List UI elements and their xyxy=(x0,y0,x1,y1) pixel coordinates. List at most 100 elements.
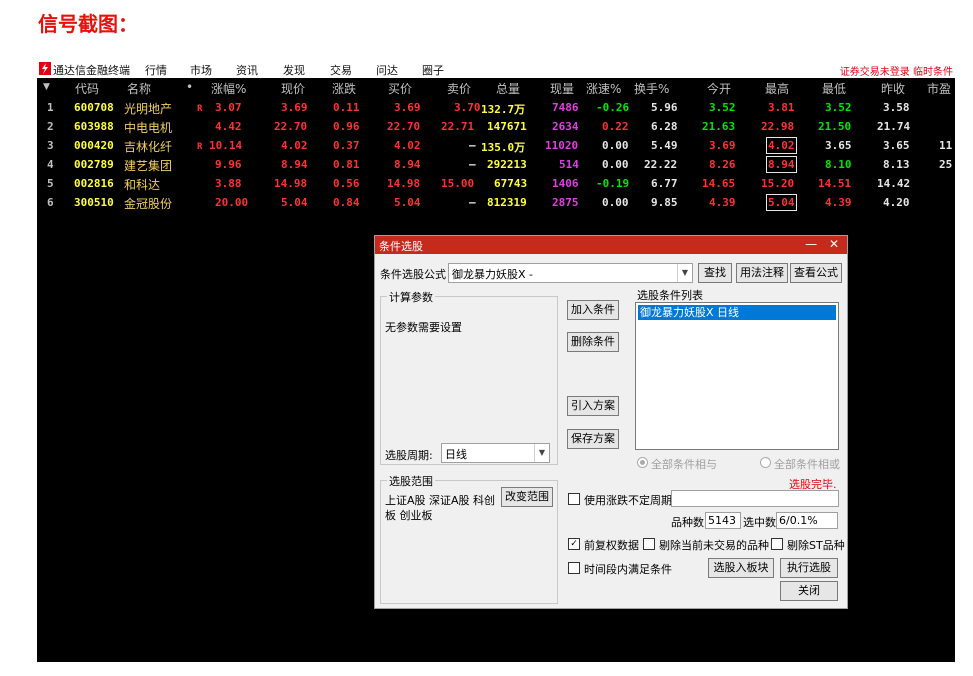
time-condition-checkbox[interactable] xyxy=(568,562,580,574)
table-row[interactable]: 4 002789 建艺集团 9.96 8.94 0.81 8.94 – 2922… xyxy=(37,156,955,173)
stock-code: 000420 xyxy=(74,139,114,152)
menu-item-market[interactable]: 市场 xyxy=(190,62,212,78)
radio-and[interactable] xyxy=(637,457,648,468)
usage-notes-button[interactable]: 用法注释 xyxy=(736,263,788,283)
menu-item-news[interactable]: 资讯 xyxy=(236,62,258,78)
sort-arrow-icon[interactable]: ▼ xyxy=(43,82,50,92)
add-condition-button[interactable]: 加入条件 xyxy=(567,300,619,320)
menu-item-discover[interactable]: 发现 xyxy=(283,62,305,78)
row-number: 6 xyxy=(47,196,54,209)
window-controls[interactable]: — ✕ xyxy=(805,237,843,251)
row-number: 3 xyxy=(47,139,54,152)
col-ask[interactable]: 卖价 xyxy=(447,80,471,97)
col-high[interactable]: 最高 xyxy=(765,80,789,97)
col-prev-close[interactable]: 昨收 xyxy=(881,80,905,97)
forward-adjust-checkbox[interactable]: ✓ xyxy=(568,538,580,550)
change: 0.56 xyxy=(333,177,360,190)
menu-item-trade[interactable]: 交易 xyxy=(330,62,352,78)
execute-button[interactable]: 执行选股 xyxy=(780,558,838,578)
import-scheme-button[interactable]: 引入方案 xyxy=(567,396,619,416)
ask: 3.70 xyxy=(454,101,481,114)
dialog-title-bar[interactable]: 条件选股 — ✕ xyxy=(375,236,847,254)
col-speed[interactable]: 涨速% xyxy=(586,80,621,97)
find-button[interactable]: 查找 xyxy=(698,263,732,283)
prev-close: 4.20 xyxy=(883,196,910,209)
col-turnover[interactable]: 换手% xyxy=(634,80,669,97)
menu-item-quotes[interactable]: 行情 xyxy=(145,62,167,78)
menu-item-circle[interactable]: 圈子 xyxy=(422,62,444,78)
bid: 14.98 xyxy=(387,177,421,190)
menu-item-ask[interactable]: 问达 xyxy=(376,62,398,78)
change-pct: 4.42 xyxy=(215,120,242,133)
stock-code: 300510 xyxy=(74,196,114,209)
chevron-down-icon[interactable]: ▼ xyxy=(677,264,692,282)
chevron-down-icon[interactable]: ▼ xyxy=(534,444,549,462)
low: 3.52 xyxy=(825,101,852,114)
cur-vol: 11020 xyxy=(545,139,579,152)
app-logo-icon xyxy=(39,62,51,75)
table-row[interactable]: 5 002816 和科达 3.88 14.98 0.56 14.98 15.00… xyxy=(37,175,955,192)
col-price[interactable]: 现价 xyxy=(281,80,305,97)
margin-flag: R xyxy=(197,142,203,152)
formula-label: 条件选股公式 xyxy=(380,268,446,281)
table-row[interactable]: 6 300510 金冠股份 20.00 5.04 0.84 5.04 – 812… xyxy=(37,194,955,211)
condition-list[interactable]: 御龙暴力妖股X 日线 xyxy=(635,302,839,450)
col-change-pct[interactable]: 涨幅% xyxy=(211,80,246,97)
range-title: 选股范围 xyxy=(387,473,435,489)
use-period-checkbox[interactable] xyxy=(568,493,580,505)
no-params-text: 无参数需要设置 xyxy=(385,321,462,334)
col-volume[interactable]: 总量 xyxy=(496,80,520,97)
bid: 22.70 xyxy=(387,120,421,133)
speed: 0.00 xyxy=(602,196,629,209)
change-range-button[interactable]: 改变范围 xyxy=(501,487,553,507)
condition-list-item[interactable]: 御龙暴力妖股X 日线 xyxy=(638,305,836,320)
use-period-label: 使用涨跌不定周期 xyxy=(584,494,672,507)
remove-untraded-checkbox[interactable] xyxy=(643,538,655,550)
stock-name: 吉林化纤 xyxy=(124,140,173,154)
login-status[interactable]: 证券交易未登录 临时条件 xyxy=(840,63,953,78)
page-heading: 信号截图： xyxy=(38,12,138,36)
radio-or[interactable] xyxy=(760,457,771,468)
selected-label: 选中数 xyxy=(743,516,776,529)
ask: 22.71 xyxy=(441,120,475,133)
speed: 0.00 xyxy=(602,158,629,171)
view-formula-button[interactable]: 查看公式 xyxy=(790,263,842,283)
change-pct: 9.96 xyxy=(215,158,242,171)
time-condition-label: 时间段内满足条件 xyxy=(584,563,672,576)
price: 22.70 xyxy=(274,120,308,133)
col-cur-vol[interactable]: 现量 xyxy=(550,80,574,97)
col-bid[interactable]: 买价 xyxy=(388,80,412,97)
ask: – xyxy=(469,139,476,152)
price: 14.98 xyxy=(274,177,308,190)
save-scheme-button[interactable]: 保存方案 xyxy=(567,429,619,449)
speed: -0.19 xyxy=(596,177,630,190)
col-pe[interactable]: 市盈 xyxy=(927,80,951,97)
price: 8.94 xyxy=(281,158,308,171)
table-row[interactable]: 1 600708 光明地产 R 3.07 3.69 0.11 3.69 3.70… xyxy=(37,99,955,116)
remove-st-checkbox[interactable] xyxy=(771,538,783,550)
period-input[interactable] xyxy=(671,490,839,507)
col-low[interactable]: 最低 xyxy=(822,80,846,97)
radio-and-label: 全部条件相与 xyxy=(651,458,717,471)
formula-select[interactable]: 御龙暴力妖股X - ▼ xyxy=(448,263,693,283)
cur-vol: 1406 xyxy=(552,177,579,190)
col-name[interactable]: 名称 xyxy=(127,80,151,97)
col-open[interactable]: 今开 xyxy=(707,80,731,97)
table-row[interactable]: 2 603988 中电电机 4.42 22.70 0.96 22.70 22.7… xyxy=(37,118,955,135)
period-select[interactable]: 日线 ▼ xyxy=(441,443,550,463)
stock-name: 建艺集团 xyxy=(124,159,173,173)
app-name: 通达信金融终端 xyxy=(53,64,130,77)
close-button[interactable]: 关闭 xyxy=(780,581,838,601)
ask: – xyxy=(469,196,476,209)
col-change[interactable]: 涨跌 xyxy=(332,80,356,97)
column-header: ▼ 代码 名称 • 涨幅% 现价 涨跌 买价 卖价 总量 现量 涨速% 换手% … xyxy=(37,78,955,96)
high: 5.04 xyxy=(766,194,797,211)
open: 14.65 xyxy=(702,177,736,190)
add-to-block-button[interactable]: 选股入板块 xyxy=(708,558,774,578)
cur-vol: 2875 xyxy=(552,196,579,209)
forward-adjust-label: 前复权数据 xyxy=(584,539,639,552)
delete-condition-button[interactable]: 删除条件 xyxy=(567,332,619,352)
change: 0.84 xyxy=(333,196,360,209)
table-row[interactable]: 3 000420 吉林化纤 R 10.14 4.02 0.37 4.02 – 1… xyxy=(37,137,955,154)
col-code[interactable]: 代码 xyxy=(75,80,99,97)
